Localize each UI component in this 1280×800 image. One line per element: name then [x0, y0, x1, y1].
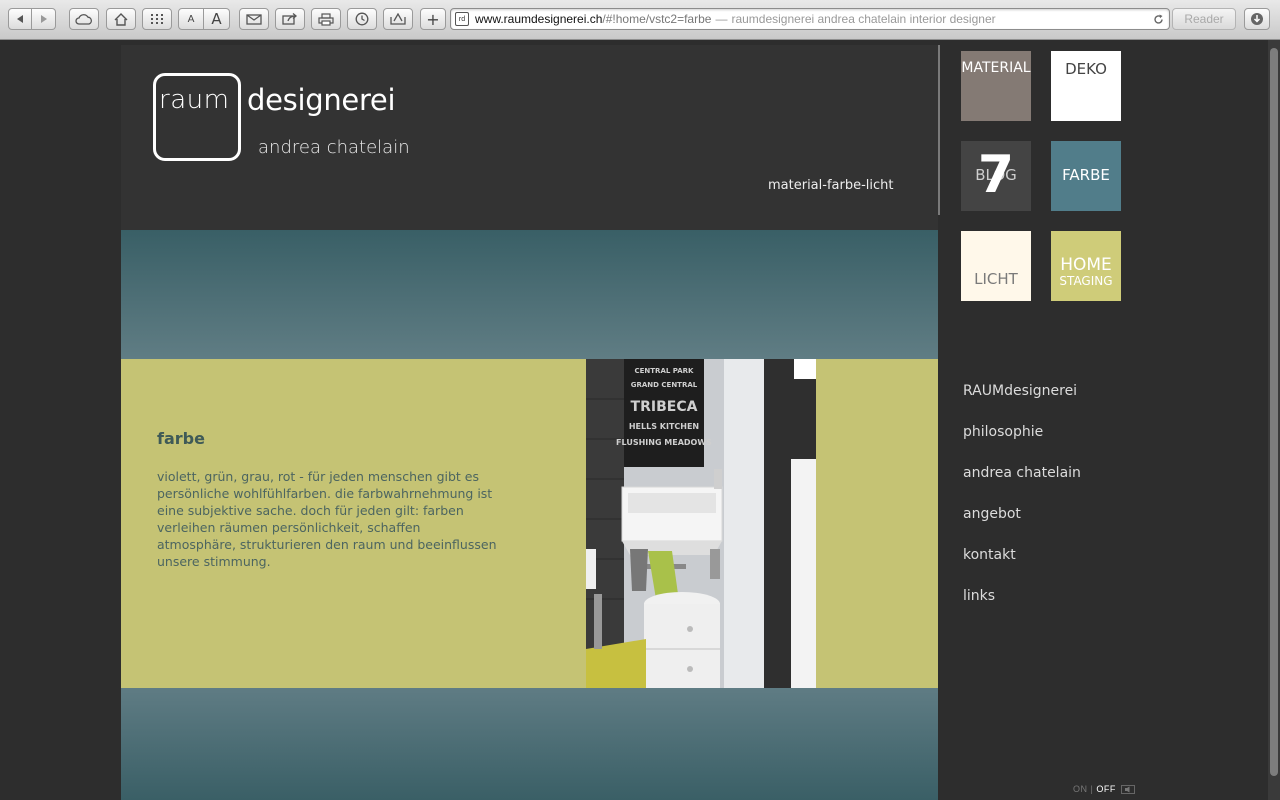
bathroom-photo: CENTRAL PARK GRAND CENTRAL TRIBECA HELLS…	[586, 359, 816, 688]
page-scrollbar[interactable]	[1268, 40, 1280, 800]
content-heading: farbe	[157, 429, 205, 448]
tile-staging-label: STAGING	[1059, 274, 1113, 288]
bathroom-photo-illustration: CENTRAL PARK GRAND CENTRAL TRIBECA HELLS…	[586, 359, 816, 688]
tile-farbe[interactable]: FARBE	[1051, 141, 1121, 211]
home-button[interactable]	[106, 8, 136, 30]
scrollbar-thumb[interactable]	[1270, 48, 1278, 776]
back-arrow-icon	[17, 15, 23, 23]
tile-home-staging[interactable]: HOME STAGING	[1051, 231, 1121, 301]
logo-subtitle: andrea chatelain	[258, 137, 410, 158]
url-host: www.raumdesignerei.ch	[475, 12, 603, 26]
nav-item-kontakt[interactable]: kontakt	[963, 547, 1016, 563]
content-body: violett, grün, grau, rot - für jeden men…	[157, 469, 497, 569]
url-page-title: raumdesignerei andrea chatelain interior…	[731, 12, 996, 26]
sound-on-button[interactable]: ON	[1073, 784, 1088, 794]
new-tab-button[interactable]: +	[420, 8, 446, 30]
reader-button[interactable]: Reader	[1172, 8, 1236, 30]
tile-blog[interactable]: BLOG 7	[961, 141, 1031, 211]
top-sites-button[interactable]	[142, 8, 172, 30]
sound-off-button[interactable]: OFF	[1096, 784, 1116, 794]
url-separator: —	[715, 12, 728, 26]
downloads-button[interactable]	[1244, 8, 1270, 30]
url-path: /#!home/vstc2=farbe	[602, 12, 712, 26]
history-button[interactable]	[347, 8, 377, 30]
panel-bottom-band	[121, 688, 938, 800]
reload-icon	[1153, 14, 1163, 24]
print-button[interactable]	[311, 8, 341, 30]
tile-licht-label: LICHT	[974, 270, 1018, 288]
history-nav	[8, 8, 56, 30]
text-smaller-button[interactable]: A	[178, 8, 204, 30]
back-button[interactable]	[8, 8, 32, 30]
poster-line-3: TRIBECA	[631, 399, 698, 415]
panel-top-band	[121, 230, 938, 359]
reload-button[interactable]	[1147, 14, 1169, 25]
forward-button[interactable]	[32, 8, 56, 30]
grid-icon	[151, 14, 163, 24]
nav-item-andrea-chatelain[interactable]: andrea chatelain	[963, 465, 1081, 481]
clock-icon	[355, 12, 369, 26]
poster-line-1: CENTRAL PARK	[635, 367, 695, 375]
tile-farbe-label: FARBE	[1062, 166, 1110, 184]
nav-item-philosophie[interactable]: philosophie	[963, 424, 1043, 440]
poster-line-4: HELLS KITCHEN	[629, 422, 699, 431]
cloud-icon	[75, 14, 92, 25]
tile-licht[interactable]: LICHT	[961, 231, 1031, 301]
browser-toolbar: A A + rd www.raumdesignerei.ch /#!home/v…	[0, 0, 1280, 40]
poster-line-5: FLUSHING MEADOWS	[616, 438, 712, 447]
printer-icon	[318, 12, 334, 26]
reading-list-button[interactable]	[383, 8, 413, 30]
tile-deko-label: DEKO	[1065, 60, 1107, 78]
icloud-tabs-button[interactable]	[69, 8, 99, 30]
sound-separator: |	[1090, 784, 1094, 794]
envelope-icon	[246, 13, 262, 25]
share-button[interactable]	[275, 8, 305, 30]
logo-designerei-text: designerei	[247, 83, 396, 117]
tile-deko[interactable]: DEKO	[1051, 51, 1121, 121]
site-tagline: material-farbe-licht	[768, 178, 894, 193]
address-bar[interactable]: rd www.raumdesignerei.ch /#!home/vstc2=f…	[450, 8, 1170, 30]
site-favicon-icon: rd	[455, 12, 469, 26]
download-icon	[1251, 13, 1263, 25]
home-icon	[114, 12, 128, 26]
share-icon	[282, 13, 298, 25]
poster-line-2: GRAND CENTRAL	[631, 381, 698, 389]
tile-home-label: HOME	[1060, 255, 1112, 275]
header-area	[121, 45, 938, 230]
header-divider	[938, 45, 940, 215]
nav-item-raumdesignerei[interactable]: RAUMdesignerei	[963, 383, 1077, 399]
nav-item-angebot[interactable]: angebot	[963, 506, 1021, 522]
tile-material-label: MATERIAL	[961, 60, 1031, 76]
speaker-icon	[1120, 785, 1135, 795]
blog-count-badge: 7	[977, 145, 1015, 205]
reading-list-icon	[390, 12, 406, 25]
sound-toggle: ON | OFF	[1073, 784, 1135, 795]
logo-raum-text: raum	[159, 85, 230, 115]
web-page: raum designerei andrea chatelain materia…	[0, 40, 1268, 800]
mail-button[interactable]	[239, 8, 269, 30]
text-size-controls: A A	[178, 8, 230, 30]
tile-material[interactable]: MATERIAL	[961, 51, 1031, 121]
nav-item-links[interactable]: links	[963, 588, 995, 604]
text-larger-button[interactable]: A	[204, 8, 230, 30]
forward-arrow-icon	[40, 15, 47, 23]
